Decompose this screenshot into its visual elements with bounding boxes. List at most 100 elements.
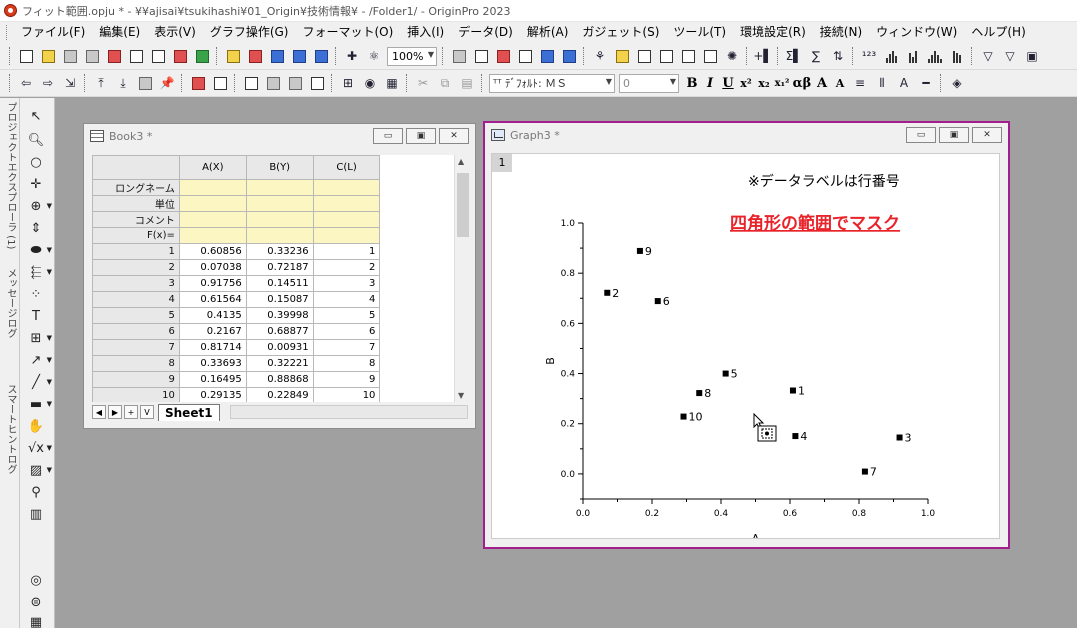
table-cell[interactable]: 0.61564 xyxy=(178,291,247,308)
equation-icon[interactable]: √x ▼ xyxy=(23,438,52,458)
add-sheet-icon[interactable]: + xyxy=(124,405,138,419)
insert-object-icon[interactable]: ⊞ xyxy=(338,73,358,93)
export-icon[interactable] xyxy=(471,46,491,66)
tab-project-explorer[interactable]: プロジェクトエクスプローラ (1) xyxy=(2,102,18,249)
save-window-icon[interactable] xyxy=(289,46,309,66)
scale-icon[interactable]: ✛ xyxy=(23,174,49,194)
column-tool-icon[interactable] xyxy=(263,73,283,93)
results-log-icon[interactable] xyxy=(537,46,557,66)
draw-data-icon[interactable]: ⁘ xyxy=(23,284,49,304)
toolbar-grip[interactable] xyxy=(9,74,12,92)
meta-cell[interactable] xyxy=(245,179,314,196)
object-manager-icon[interactable]: ▥ xyxy=(23,504,49,524)
maximize-button[interactable]: ▣ xyxy=(406,128,436,144)
close-button[interactable]: ✕ xyxy=(439,128,469,144)
cut-icon[interactable]: ✂ xyxy=(413,73,433,93)
sort-icon[interactable]: ⇅ xyxy=(828,46,848,66)
table-cell[interactable]: 0.33236 xyxy=(245,243,314,260)
scroll-thumb[interactable] xyxy=(457,173,469,237)
rotate-icon[interactable]: ◎ xyxy=(23,570,49,590)
row-header[interactable]: 8 xyxy=(92,355,180,372)
menu-analysis[interactable]: 解析(A) xyxy=(520,22,576,43)
table-cell[interactable]: 4 xyxy=(312,291,381,308)
close-button[interactable]: ✕ xyxy=(972,127,1002,143)
column-chart-icon[interactable] xyxy=(903,46,923,66)
stacked-chart-icon[interactable] xyxy=(947,46,967,66)
zoom-in-icon[interactable]: 🔍︎ xyxy=(23,130,49,150)
sheet-next-icon[interactable]: ▶ xyxy=(108,405,122,419)
menu-data[interactable]: データ(D) xyxy=(451,22,520,43)
column-header-a[interactable]: A(X) xyxy=(178,155,247,180)
scroll-up-icon[interactable]: ▲ xyxy=(458,157,464,166)
open-icon[interactable] xyxy=(223,46,243,66)
pointer-icon[interactable]: ↖ xyxy=(23,106,49,126)
axes-group[interactable]: 0.0 0.2 0.4 0.6 0.8 1.0 0.0 0.2 0.4 0.6 0.8 1.0 A B xyxy=(544,219,935,545)
table-cell[interactable]: 9 xyxy=(312,371,381,388)
command-window-icon[interactable] xyxy=(656,46,676,66)
scroll-down-icon[interactable]: ▼ xyxy=(458,391,464,400)
meta-cell[interactable] xyxy=(312,227,381,244)
table-cell[interactable]: 0.33693 xyxy=(178,355,247,372)
supersub-button[interactable]: x₁² xyxy=(773,78,791,89)
save-template-icon[interactable] xyxy=(311,46,331,66)
font-size-select[interactable]: 0 ▼ xyxy=(619,73,679,93)
line-color-icon[interactable]: ━ xyxy=(916,73,936,93)
meta-cell[interactable] xyxy=(312,211,381,228)
rescale-icon[interactable]: ⇲ xyxy=(60,73,80,93)
table-row[interactable]: 7 0.81714 0.00931 7 xyxy=(92,339,462,356)
menu-connectivity[interactable]: 接続(N) xyxy=(813,22,869,43)
sheet-tab[interactable]: Sheet1 xyxy=(158,403,220,421)
table-row[interactable]: 3 0.91756 0.14511 3 xyxy=(92,275,462,292)
arrow-right-icon[interactable]: ⇨ xyxy=(38,73,58,93)
menu-file[interactable]: ファイル(F) xyxy=(14,22,92,43)
table-cell[interactable]: 8 xyxy=(312,355,381,372)
table-cell[interactable]: 0.14511 xyxy=(245,275,314,292)
arrow-left-icon[interactable]: ⇦ xyxy=(16,73,36,93)
minimize-button[interactable]: ▭ xyxy=(373,128,403,144)
statistics-icon[interactable]: ∑ xyxy=(806,46,826,66)
new-workbook-icon[interactable] xyxy=(60,46,80,66)
table-row[interactable]: 6 0.2167 0.68877 6 xyxy=(92,323,462,340)
add-column-icon[interactable]: +▌ xyxy=(753,46,773,66)
table-cell[interactable]: 10 xyxy=(312,387,381,402)
tab-smart-hint-log[interactable]: スマートヒントログ xyxy=(2,384,18,474)
remove-plot-icon[interactable]: ⤓ xyxy=(113,73,133,93)
row-header[interactable]: 6 xyxy=(92,323,180,340)
meta-cell[interactable] xyxy=(178,179,247,196)
layer-icon[interactable] xyxy=(135,73,155,93)
copy-icon[interactable]: ⧉ xyxy=(435,73,455,93)
toolbar-grip[interactable] xyxy=(9,47,12,65)
meta-cell[interactable] xyxy=(178,227,247,244)
bold-button[interactable]: B xyxy=(683,76,701,91)
add-object-icon[interactable]: ⊞ ▼ xyxy=(23,328,52,348)
filter-settings-icon[interactable]: ▽ xyxy=(1000,46,1020,66)
menu-insert[interactable]: 挿入(I) xyxy=(400,22,451,43)
notes-icon[interactable] xyxy=(678,46,698,66)
new-project-icon[interactable] xyxy=(16,46,36,66)
camera-icon[interactable]: ◉ xyxy=(360,73,380,93)
graph-window[interactable]: Graph3 * ▭ ▣ ✕ 1 ※データラベルは行番号 四角形の範囲でマスク … xyxy=(483,121,1010,549)
meta-cell[interactable] xyxy=(312,195,381,212)
minimize-button[interactable]: ▭ xyxy=(906,127,936,143)
rectangle-tool-icon[interactable]: ▬ ▼ xyxy=(23,394,52,414)
table-cell[interactable]: 0.91756 xyxy=(178,275,247,292)
data-points[interactable]: 1 2 3 4 5 6 7 8 9 10 xyxy=(604,245,912,479)
greek-button[interactable]: αβ xyxy=(791,76,813,91)
worksheet-corner[interactable] xyxy=(92,155,180,180)
open-template-icon[interactable] xyxy=(245,46,265,66)
arrow-tool-icon[interactable]: ↗ ▼ xyxy=(23,350,52,370)
menu-help[interactable]: ヘルプ(H) xyxy=(964,22,1032,43)
mask-note[interactable]: 四角形の範囲でマスク xyxy=(730,213,900,234)
refresh-icon[interactable] xyxy=(493,46,513,66)
label-row-comments[interactable]: コメント xyxy=(92,211,180,228)
column-header-c[interactable]: C(L) xyxy=(312,155,381,180)
horizontal-scrollbar[interactable] xyxy=(229,405,468,419)
decrease-font-button[interactable]: A xyxy=(831,77,849,90)
set-values-icon[interactable]: ¹²³ xyxy=(859,46,879,66)
worksheet-tool-icon[interactable] xyxy=(241,73,261,93)
table-row[interactable]: 4 0.61564 0.15087 4 xyxy=(92,291,462,308)
merge-icon[interactable] xyxy=(188,73,208,93)
superscript-button[interactable]: x² xyxy=(737,77,755,90)
table-cell[interactable]: 0.68877 xyxy=(245,323,314,340)
line-style-icon[interactable]: ⦀ xyxy=(872,73,892,93)
